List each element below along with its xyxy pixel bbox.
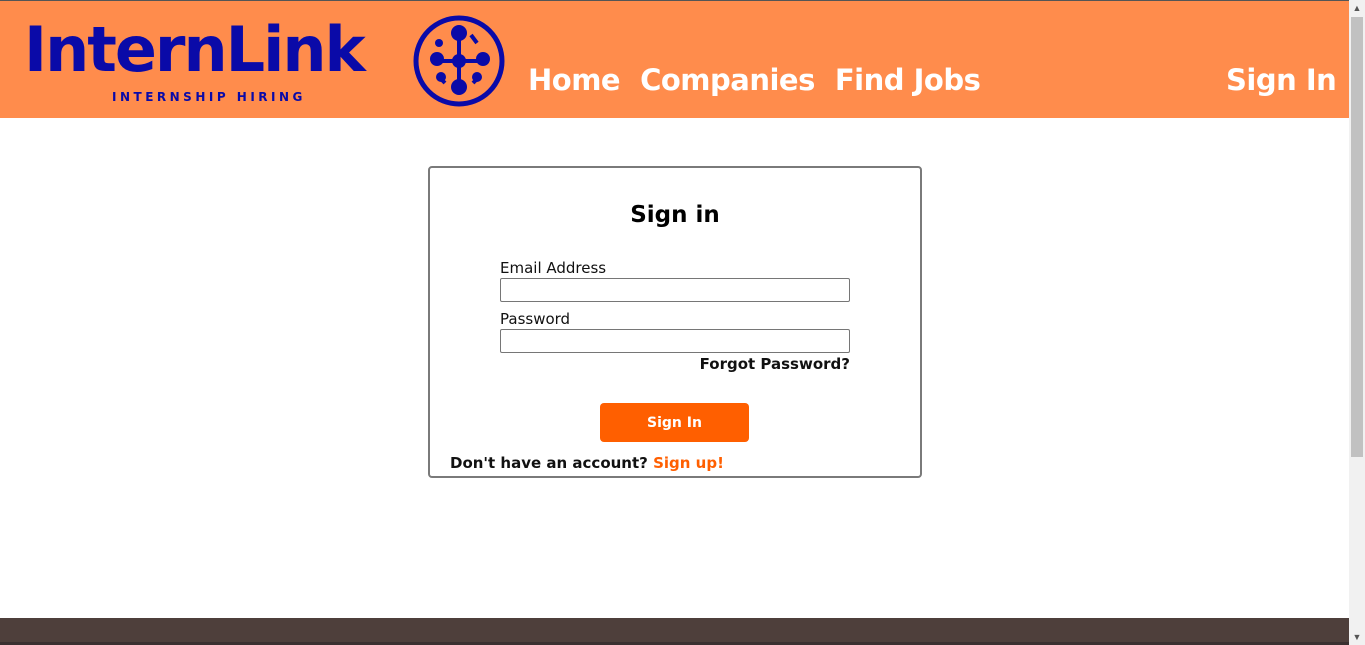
logo-text[interactable]: InternLink: [24, 19, 366, 81]
scroll-thumb[interactable]: [1351, 17, 1363, 457]
vertical-scrollbar[interactable]: ▲ ▼: [1349, 0, 1365, 645]
sign-in-card: Sign in Email Address Password Forgot Pa…: [428, 166, 922, 478]
signup-link[interactable]: Sign up!: [653, 454, 724, 472]
signup-prompt: Don't have an account?: [450, 454, 648, 472]
card-title: Sign in: [630, 202, 720, 228]
scroll-down-arrow-icon[interactable]: ▼: [1349, 629, 1365, 645]
email-field[interactable]: [500, 278, 850, 302]
forgot-password-link[interactable]: Forgot Password?: [700, 355, 850, 373]
signup-line: Don't have an account? Sign up!: [450, 454, 724, 472]
footer: [0, 618, 1349, 645]
nav-companies[interactable]: Companies: [640, 63, 815, 97]
header-sign-in-link[interactable]: Sign In: [1226, 63, 1337, 97]
nav-home[interactable]: Home: [528, 63, 621, 97]
password-label: Password: [500, 310, 571, 328]
nav-find-jobs[interactable]: Find Jobs: [835, 63, 981, 97]
password-field[interactable]: [500, 329, 850, 353]
sign-in-button[interactable]: Sign In: [600, 403, 749, 442]
email-label: Email Address: [500, 259, 607, 277]
site-header: InternLink INTERNSHIP HIRING Home Compan…: [0, 0, 1349, 118]
main-nav: Home Companies Find Jobs: [528, 63, 981, 97]
network-nodes-icon[interactable]: [411, 13, 507, 109]
logo-tagline: INTERNSHIP HIRING: [112, 90, 306, 104]
scroll-up-arrow-icon[interactable]: ▲: [1349, 0, 1365, 16]
